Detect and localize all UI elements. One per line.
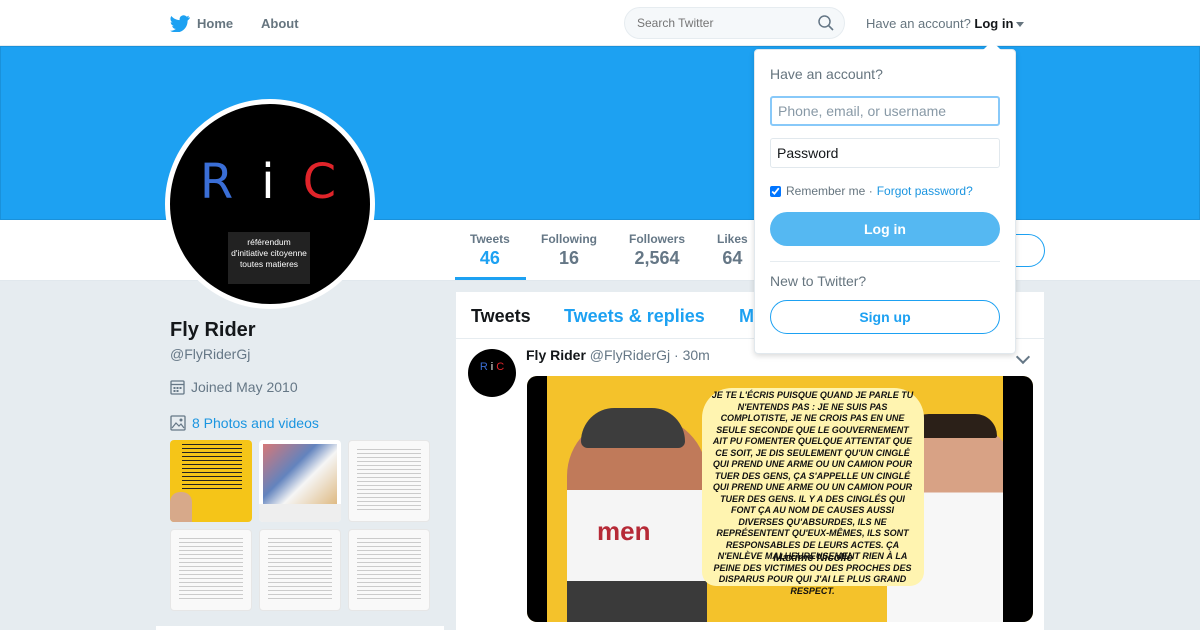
tweet-timestamp[interactable]: · 30m <box>674 347 710 363</box>
remember-row: Remember me · Forgot password? <box>770 184 973 198</box>
tweet-image[interactable]: men Je te l'écris puisque quand je parle… <box>527 376 1033 622</box>
login-menu-toggle[interactable]: Log in <box>974 16 1013 31</box>
tweet-author-handle[interactable]: @FlyRiderGj <box>590 347 670 363</box>
thumbnail-text-lines <box>182 444 242 492</box>
tab-tweets-replies[interactable]: Tweets & replies <box>564 306 705 327</box>
thumbnail-document-lines <box>357 449 421 513</box>
account-prompt: Have an account? Log in <box>866 16 1025 31</box>
nav-home-label: Home <box>197 15 234 31</box>
dropdown-title: Have an account? <box>770 66 883 82</box>
login-dropdown: Have an account? Remember me · Forgot pa… <box>754 41 1016 354</box>
image-quote-author: Maxime Nicolle <box>773 552 853 564</box>
nav-home[interactable]: Home <box>170 0 233 46</box>
tweet-avatar[interactable]: RiC <box>468 349 516 397</box>
thumbnail-caption-strip <box>259 504 341 522</box>
thumbnail-person <box>170 492 192 522</box>
nav-about[interactable]: About <box>261 0 299 46</box>
joined-text: Joined May 2010 <box>191 379 298 395</box>
chevron-down-icon[interactable] <box>1016 22 1025 28</box>
remember-label[interactable]: Remember me <box>786 184 865 198</box>
have-account-text: Have an account? <box>866 16 971 31</box>
tab-media[interactable]: M <box>739 306 754 327</box>
stat-label: Followers <box>629 232 686 246</box>
profile-joined: Joined May 2010 <box>170 379 298 395</box>
tab-tweets[interactable]: Tweets <box>471 306 531 327</box>
photo-thumbnail[interactable] <box>348 529 430 611</box>
tweet-author-name[interactable]: Fly Rider <box>526 347 586 363</box>
photo-thumbnail[interactable] <box>259 529 341 611</box>
tweet-header: Fly Rider @FlyRiderGj · 30m <box>526 347 710 363</box>
image-quote-text: Je te l'écris puisque quand je parle tu … <box>711 390 914 596</box>
stat-following[interactable]: Following 16 <box>541 232 597 269</box>
photo-thumbnail[interactable] <box>348 440 430 522</box>
image-shirt-text: men <box>597 516 651 546</box>
image-letterbox-right <box>1003 376 1033 622</box>
search-input[interactable] <box>625 8 810 38</box>
thumbnail-document-lines <box>179 538 243 602</box>
avatar-logo-text: RiC <box>199 154 365 210</box>
stat-tweets[interactable]: Tweets 46 <box>470 232 510 269</box>
photo-thumbnail[interactable] <box>170 529 252 611</box>
sidebar-module-edge <box>156 626 444 630</box>
photos-videos-link[interactable]: 8 Photos and videos <box>170 415 319 431</box>
image-cap <box>581 408 685 448</box>
calendar-icon <box>170 380 185 395</box>
stat-followers[interactable]: Followers 2,564 <box>629 232 685 269</box>
avatar-caption: référendum d'initiative citoyenne toutes… <box>228 232 310 284</box>
thumbnail-document-lines <box>357 538 421 602</box>
profile-handle[interactable]: @FlyRiderGj <box>170 346 250 362</box>
profile-avatar[interactable]: RiC référendum d'initiative citoyenne to… <box>165 99 375 309</box>
photos-link-text: 8 Photos and videos <box>192 415 319 431</box>
twitter-bird-icon <box>170 14 190 32</box>
stat-value: 2,564 <box>634 248 680 268</box>
active-stat-underline <box>455 277 526 280</box>
remember-separator: · <box>868 184 873 198</box>
search-box <box>624 7 845 39</box>
dropdown-divider <box>770 261 1000 262</box>
image-icon <box>170 415 186 431</box>
stat-label: Following <box>541 232 597 246</box>
stat-likes[interactable]: Likes 64 <box>717 232 748 269</box>
password-field[interactable] <box>770 138 1000 168</box>
new-to-twitter-text: New to Twitter? <box>770 273 867 289</box>
tweet-avatar-logo: RiC <box>479 361 508 373</box>
stat-label: Likes <box>717 232 748 246</box>
stat-value: 16 <box>558 248 580 268</box>
login-button[interactable]: Log in <box>770 212 1000 246</box>
nav-about-label: About <box>261 15 299 31</box>
username-field[interactable] <box>770 96 1000 126</box>
stat-value: 64 <box>722 248 743 268</box>
chevron-down-icon[interactable] <box>1015 349 1031 365</box>
signup-button[interactable]: Sign up <box>770 300 1000 334</box>
avatar-image: RiC référendum d'initiative citoyenne to… <box>170 104 370 304</box>
top-navigation: Home About Have an account? Log in <box>0 0 1200 46</box>
thumbnail-cartoon <box>263 444 337 504</box>
photo-thumbnail[interactable] <box>259 440 341 522</box>
photo-thumbnail[interactable] <box>170 440 252 522</box>
magnifier-icon[interactable] <box>818 15 834 31</box>
image-letterbox-left <box>527 376 547 622</box>
forgot-password-link[interactable]: Forgot password? <box>877 184 973 198</box>
stat-label: Tweets <box>470 232 510 246</box>
profile-name[interactable]: Fly Rider <box>170 319 256 342</box>
stat-value: 46 <box>479 248 500 268</box>
thumbnail-document-lines <box>268 538 332 602</box>
remember-checkbox[interactable] <box>770 185 781 197</box>
